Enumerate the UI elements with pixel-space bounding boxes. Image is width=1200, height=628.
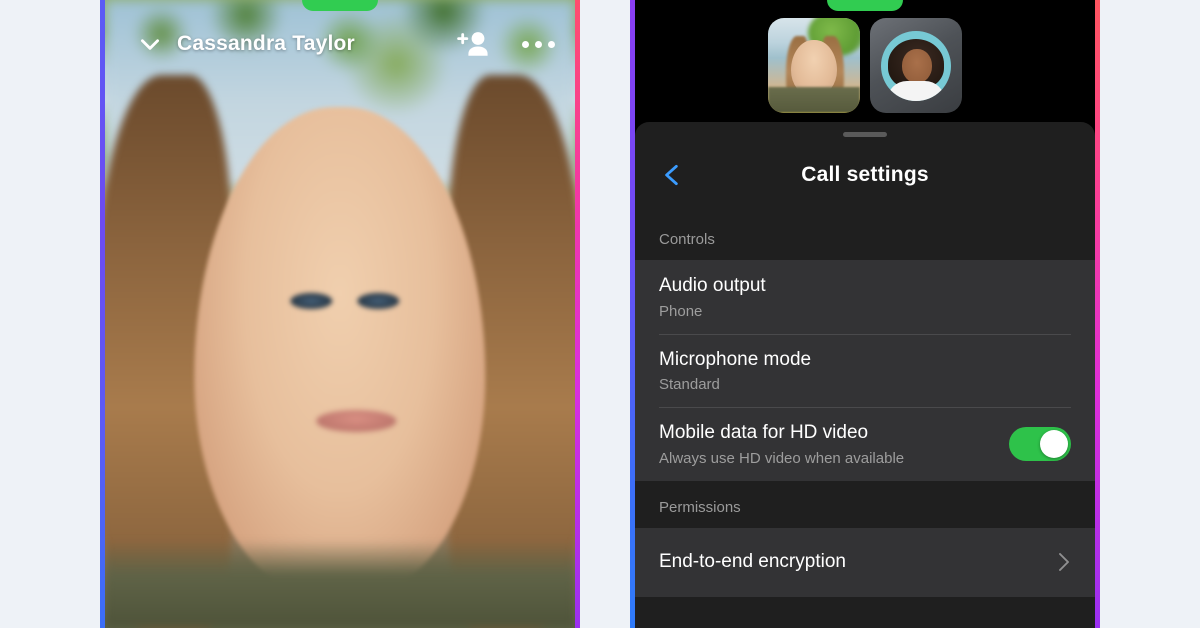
thumbnail-shirt <box>768 87 860 113</box>
more-options-button[interactable] <box>522 40 555 48</box>
section-header-permissions: Permissions <box>635 481 1095 529</box>
minimize-call-button[interactable] <box>137 31 163 57</box>
add-person-button[interactable] <box>456 29 490 59</box>
section-header-controls: Controls <box>635 213 1095 260</box>
row-text: Audio output Phone <box>659 274 1071 320</box>
row-accessory <box>1057 551 1071 573</box>
phone-right: Call settings Controls Audio output Phon… <box>630 0 1100 628</box>
row-subtitle: Phone <box>659 302 703 320</box>
add-person-icon <box>457 32 488 56</box>
mobile-data-hd-video-toggle[interactable] <box>1009 427 1071 462</box>
call-header-bar: Cassandra Taylor <box>105 0 575 88</box>
permissions-rows-group: End-to-end encryption <box>635 528 1095 597</box>
row-title: Microphone mode <box>659 348 812 370</box>
more-options-icon <box>522 40 555 48</box>
phone-left-screen: Cassandra Taylor <box>105 0 575 628</box>
participant-thumbnails <box>768 18 962 113</box>
row-text: Mobile data for HD video Always use HD v… <box>659 421 995 467</box>
row-text: Microphone mode Standard <box>659 348 1071 394</box>
controls-rows-group: Audio output Phone Microphone mode Stand… <box>635 260 1095 482</box>
recording-indicator-pill <box>827 0 903 11</box>
row-title: Mobile data for HD video <box>659 422 869 444</box>
page-title: Call settings <box>801 163 929 186</box>
phone-left-edge-right <box>575 0 580 628</box>
row-title: Audio output <box>659 275 766 296</box>
row-text: End-to-end encryption <box>659 550 1043 575</box>
row-accessory <box>1009 427 1071 462</box>
sheet-titlebar: Call settings <box>635 137 1095 213</box>
phone-right-screen: Call settings Controls Audio output Phon… <box>635 0 1095 628</box>
row-title: End-to-end encryption <box>659 551 846 573</box>
row-subtitle: Always use HD video when available <box>659 450 905 468</box>
sheet-tail <box>635 596 1095 628</box>
call-settings-sheet: Call settings Controls Audio output Phon… <box>635 122 1095 628</box>
toggle-knob <box>1040 430 1068 459</box>
chevron-down-icon <box>141 39 159 50</box>
row-subtitle: Standard <box>659 376 720 394</box>
avatar-face <box>902 48 933 83</box>
phone-left: Cassandra Taylor <box>100 0 580 628</box>
recording-indicator-pill <box>302 0 378 11</box>
avatar-shirt <box>887 80 945 101</box>
feed-eye-right <box>357 292 400 309</box>
avatar <box>881 30 951 101</box>
feed-shirt <box>105 540 575 628</box>
participant-thumbnail-self[interactable] <box>768 18 860 113</box>
participant-thumbnail-remote[interactable] <box>870 18 962 113</box>
row-mobile-data-hd-video[interactable]: Mobile data for HD video Always use HD v… <box>635 407 1095 481</box>
feed-mouth <box>316 410 397 433</box>
row-end-to-end-encryption[interactable]: End-to-end encryption <box>635 528 1095 597</box>
back-chevron-icon <box>665 164 678 186</box>
row-microphone-mode[interactable]: Microphone mode Standard <box>635 333 1095 408</box>
feed-face <box>194 106 486 597</box>
feed-eye-left <box>290 292 333 309</box>
video-call-feed <box>105 0 575 628</box>
phone-right-edge-right <box>1095 0 1100 628</box>
caller-name: Cassandra Taylor <box>177 32 355 55</box>
call-stage <box>635 0 1095 128</box>
row-audio-output[interactable]: Audio output Phone <box>635 260 1095 334</box>
screenshot-stage: Cassandra Taylor Call settings Controls … <box>0 0 1200 628</box>
chevron-right-icon <box>1059 553 1069 572</box>
